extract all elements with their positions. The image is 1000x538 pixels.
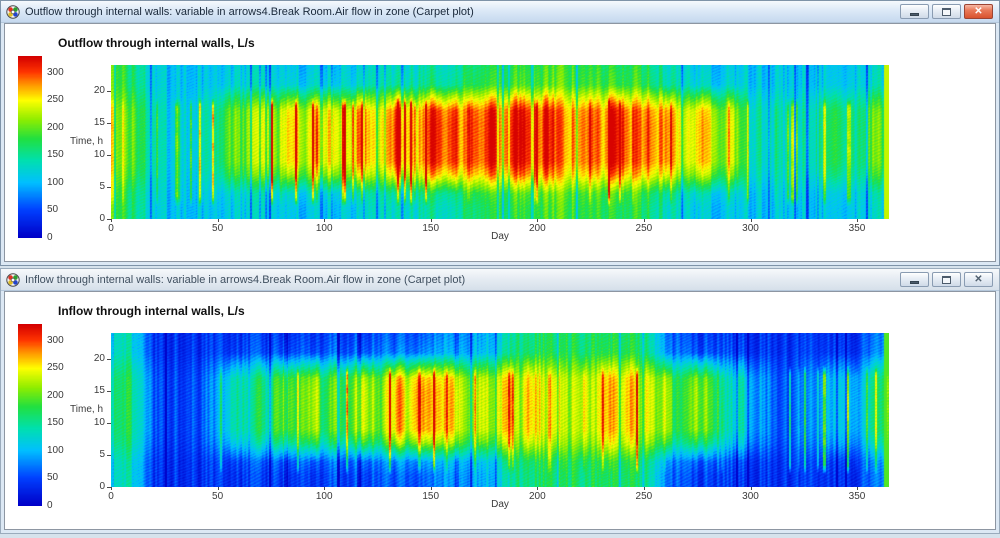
minimize-button[interactable] <box>900 4 929 19</box>
y-axis-label: Time, h <box>56 136 103 147</box>
window-inflow: Inflow through internal walls: variable … <box>0 268 1000 534</box>
colorbar <box>18 56 42 238</box>
carpet-plot-pinwheel-icon <box>6 273 20 287</box>
maximize-button[interactable] <box>932 4 961 19</box>
close-icon: ✕ <box>974 275 982 285</box>
titlebar[interactable]: Outflow through internal walls: variable… <box>1 1 999 23</box>
minimize-button[interactable] <box>900 272 929 287</box>
window-title: Inflow through internal walls: variable … <box>25 274 895 286</box>
carpet-plot-pinwheel-icon <box>6 5 20 19</box>
plot-title: Inflow through internal walls, L/s <box>58 304 245 318</box>
window-outflow: Outflow through internal walls: variable… <box>0 0 1000 266</box>
close-icon: ✕ <box>974 7 982 17</box>
window-title: Outflow through internal walls: variable… <box>25 6 895 18</box>
minimize-icon <box>910 281 919 284</box>
colorbar <box>18 324 42 506</box>
titlebar[interactable]: Inflow through internal walls: variable … <box>1 269 999 291</box>
maximize-button[interactable] <box>932 272 961 287</box>
plot-title: Outflow through internal walls, L/s <box>58 36 255 50</box>
heatmap-canvas[interactable] <box>111 333 889 487</box>
x-axis-label: Day <box>480 231 520 242</box>
minimize-icon <box>910 13 919 16</box>
close-button[interactable]: ✕ <box>964 272 993 287</box>
x-axis-label: Day <box>480 499 520 510</box>
maximize-icon <box>942 8 951 16</box>
maximize-icon <box>942 276 951 284</box>
y-axis-label: Time, h <box>56 404 103 415</box>
heatmap-canvas[interactable] <box>111 65 889 219</box>
close-button[interactable]: ✕ <box>964 4 993 19</box>
